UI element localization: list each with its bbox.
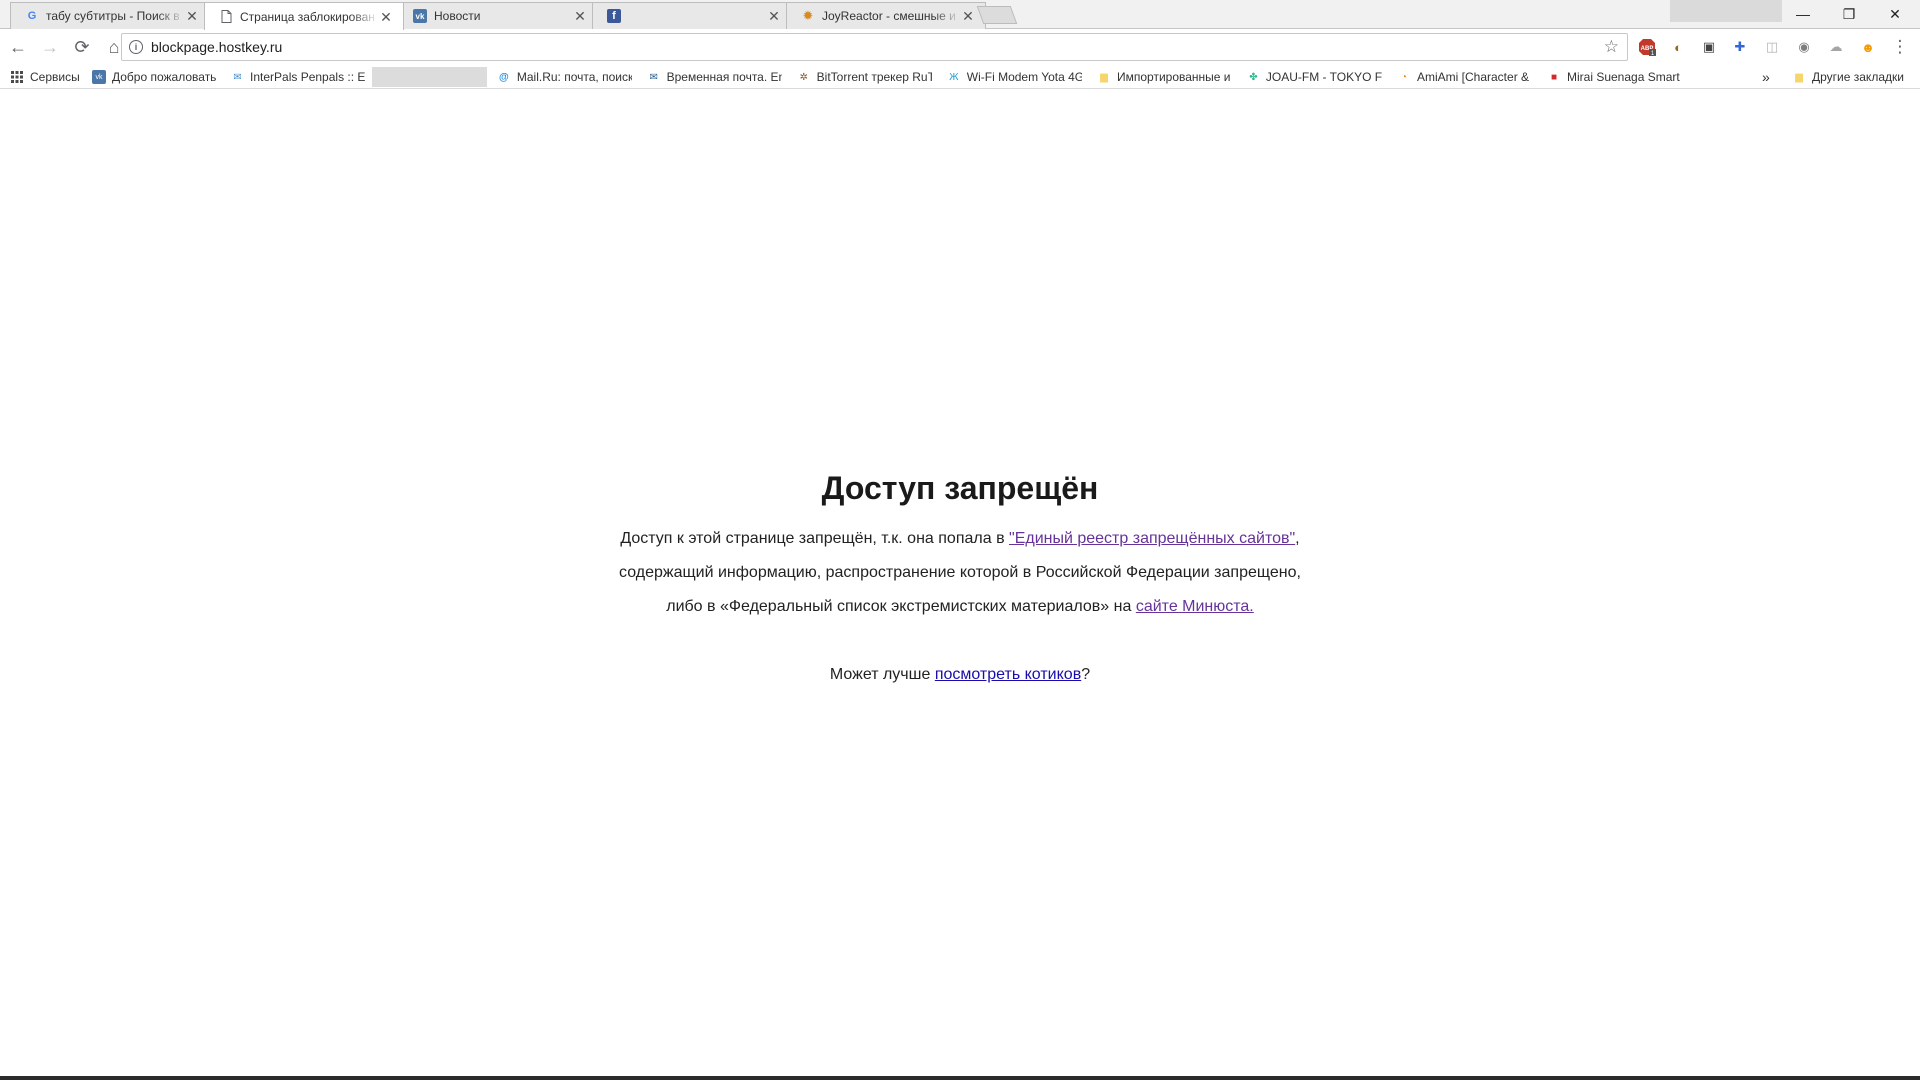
bookmark-apps[interactable]: Сервисы bbox=[10, 69, 80, 85]
tab-facebook[interactable]: f ✕ bbox=[592, 2, 792, 29]
mirai-icon: ■ bbox=[1550, 71, 1558, 83]
joau-icon: ✤ bbox=[1249, 71, 1258, 83]
tab-vk-news[interactable]: vk Новости ✕ bbox=[398, 2, 598, 29]
home-icon: ⌂ bbox=[108, 36, 120, 57]
bookmarks-bar: Сервисы vk Добро пожаловать ✉ InterPals … bbox=[0, 65, 1920, 89]
notice-line-2: содержащий информацию, распространение к… bbox=[619, 564, 1301, 581]
close-icon[interactable]: ✕ bbox=[185, 9, 199, 23]
vk-icon: vk bbox=[92, 70, 106, 84]
forward-button[interactable]: → bbox=[36, 33, 64, 61]
bookmark-mailru[interactable]: @ Mail.Ru: почта, поиск bbox=[497, 69, 632, 85]
puzzle-icon[interactable]: ✚ bbox=[1730, 37, 1750, 57]
page-title: Доступ запрещён bbox=[821, 470, 1099, 506]
adblock-icon[interactable]: ABP 1 bbox=[1637, 37, 1657, 57]
notice-line-3: либо в «Федеральный список экстремистски… bbox=[666, 598, 1254, 615]
tab-strip: G табу субтитры - Поиск в ✕ Страница заб… bbox=[0, 0, 1920, 30]
amiami-icon: ◔ bbox=[1400, 71, 1408, 83]
browser-toolbar: ← → ⟳ ⌂ i blockpage.hostkey.ru ☆ ABP 1 ◐ … bbox=[0, 29, 1920, 65]
minjust-link[interactable]: сайте Минюста. bbox=[1136, 598, 1254, 615]
rutracker-icon: ✲ bbox=[799, 71, 809, 83]
bookmark-rutracker[interactable]: ✲ BitTorrent трекер RuT bbox=[797, 69, 932, 85]
notice-line-1: Доступ к этой странице запрещён, т.к. он… bbox=[620, 530, 1300, 547]
yota-icon: Ж bbox=[949, 71, 959, 83]
registry-link[interactable]: "Единый реестр запрещённых сайтов" bbox=[1009, 530, 1295, 547]
screenshot-icon[interactable]: ▣ bbox=[1699, 37, 1719, 57]
bookmark-yota[interactable]: Ж Wi-Fi Modem Yota 4G bbox=[947, 69, 1082, 85]
tab-title: JoyReactor - смешные и bbox=[822, 9, 956, 23]
bookmark-interpals[interactable]: ✉ InterPals Penpals :: El_ bbox=[231, 69, 366, 85]
document-icon bbox=[219, 10, 233, 24]
close-window-button[interactable]: ✕ bbox=[1872, 0, 1918, 28]
bookmark-joau-fm[interactable]: ✤ JOAU-FM - TOKYO FM bbox=[1247, 69, 1382, 85]
restore-button[interactable]: ❐ bbox=[1826, 0, 1872, 28]
tab-google-search[interactable]: G табу субтитры - Поиск в ✕ bbox=[10, 2, 210, 29]
tab-title: Страница заблокирован bbox=[240, 9, 375, 24]
tempmail-icon: ✉ bbox=[649, 71, 658, 83]
vk-icon: vk bbox=[413, 9, 427, 23]
minimize-button[interactable]: — bbox=[1780, 0, 1826, 28]
star-icon[interactable]: ☆ bbox=[1604, 37, 1619, 57]
google-icon: G bbox=[27, 10, 37, 22]
profile-area[interactable] bbox=[1670, 0, 1782, 22]
close-icon[interactable]: ✕ bbox=[767, 9, 781, 23]
hola-icon[interactable]: ☻ bbox=[1858, 37, 1878, 57]
cats-link[interactable]: посмотреть котиков bbox=[935, 666, 1081, 683]
bookmark-redacted[interactable] bbox=[372, 67, 487, 87]
close-icon[interactable]: ✕ bbox=[961, 9, 975, 23]
bookmark-other-folder[interactable]: ▆ Другие закладки bbox=[1792, 69, 1904, 85]
bookmark-mirai[interactable]: ■ Mirai Suenaga Smart bbox=[1547, 69, 1682, 85]
block-notice: Доступ запрещён Доступ к этой странице з… bbox=[560, 468, 1360, 692]
taskbar-edge bbox=[0, 1076, 1920, 1080]
new-tab-button[interactable] bbox=[976, 6, 1018, 24]
mailru-icon: @ bbox=[499, 71, 509, 83]
eye-icon[interactable]: ◉ bbox=[1794, 37, 1814, 57]
joyreactor-icon: ✹ bbox=[802, 8, 814, 23]
address-bar[interactable]: i blockpage.hostkey.ru ☆ bbox=[121, 33, 1628, 61]
mail-icon: ✉ bbox=[233, 71, 242, 83]
chevron-double-right-icon: » bbox=[1762, 69, 1770, 85]
page-content: Доступ запрещён Доступ к этой странице з… bbox=[0, 90, 1920, 1076]
shield-icon[interactable]: ◐ bbox=[1668, 37, 1688, 57]
bookmark-vk-welcome[interactable]: vk Добро пожаловать bbox=[92, 69, 216, 85]
notice-line-4: Может лучше посмотреть котиков? bbox=[829, 666, 1091, 683]
close-icon[interactable]: ✕ bbox=[573, 9, 587, 23]
back-button[interactable]: ← bbox=[4, 33, 32, 61]
folder-icon: ▆ bbox=[1100, 71, 1108, 83]
arrow-left-icon: ← bbox=[9, 36, 27, 57]
apps-icon bbox=[10, 70, 24, 84]
bookmark-tempmail[interactable]: ✉ Временная почта. En bbox=[647, 69, 782, 85]
url-text[interactable]: blockpage.hostkey.ru bbox=[151, 39, 1604, 55]
close-icon[interactable]: ✕ bbox=[379, 10, 393, 24]
info-icon[interactable]: i bbox=[129, 40, 143, 54]
bookmark-imported-folder[interactable]: ▆ Импортированные и bbox=[1097, 69, 1232, 85]
reload-icon: ⟳ bbox=[74, 36, 90, 57]
bookmark-amiami[interactable]: ◔ AmiAmi [Character & bbox=[1397, 69, 1532, 85]
tab-title: табу субтитры - Поиск в bbox=[46, 9, 180, 23]
tab-title: Новости bbox=[434, 9, 481, 23]
cloud-icon[interactable]: ☁ bbox=[1826, 37, 1846, 57]
tab-blocked-page[interactable]: Страница заблокирован ✕ bbox=[204, 2, 404, 30]
reload-button[interactable]: ⟳ bbox=[68, 33, 96, 61]
folder-icon: ▆ bbox=[1795, 71, 1803, 83]
facebook-icon: f bbox=[607, 9, 621, 23]
camera-icon[interactable]: ◫ bbox=[1762, 37, 1782, 57]
arrow-right-icon: → bbox=[41, 36, 59, 57]
menu-icon[interactable]: ⋮ bbox=[1890, 37, 1910, 57]
tab-joyreactor[interactable]: ✹ JoyReactor - смешные и ✕ bbox=[786, 2, 986, 29]
bookmarks-overflow-button[interactable]: » bbox=[1762, 69, 1770, 85]
